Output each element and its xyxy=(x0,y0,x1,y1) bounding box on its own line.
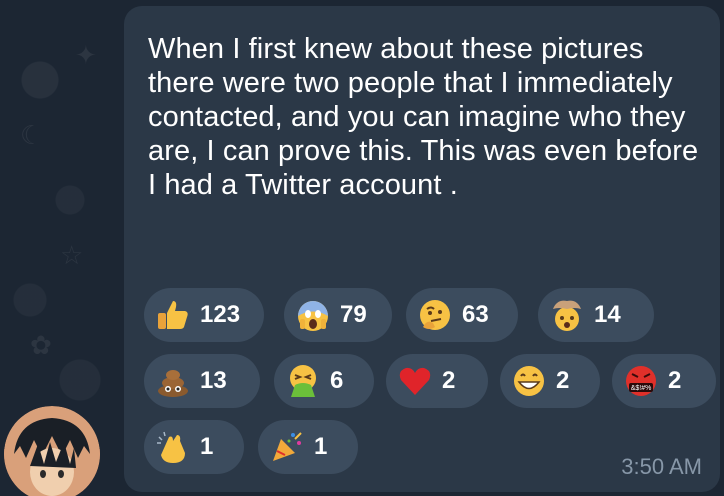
reaction-thumbs-up[interactable]: 123 xyxy=(144,288,264,342)
face-with-symbols-icon: &$!#% xyxy=(622,362,660,400)
symbols-text: &$!#% xyxy=(631,385,652,392)
reaction-exploding-head[interactable]: 14 xyxy=(538,288,654,342)
reaction-count: 13 xyxy=(200,367,227,394)
doodle-icon: ☾ xyxy=(20,120,44,150)
reaction-face-with-symbols[interactable]: &$!#% 2 xyxy=(612,354,716,408)
message-timestamp: 3:50 AM xyxy=(621,454,702,479)
reaction-party-popper[interactable]: 1 xyxy=(258,420,358,474)
reaction-screaming-face[interactable]: 79 xyxy=(284,288,392,342)
screaming-face-icon xyxy=(294,296,332,334)
message-bubble[interactable]: When I first knew about these pictures t… xyxy=(124,6,720,492)
reaction-count: 1 xyxy=(314,433,328,460)
doodle-icon: ✦ xyxy=(75,40,97,70)
reaction-count: 63 xyxy=(462,301,489,328)
reaction-count: 1 xyxy=(200,433,214,460)
reaction-count: 14 xyxy=(594,301,621,328)
reaction-count: 2 xyxy=(442,367,456,394)
doodle-icon: ☆ xyxy=(60,240,84,270)
reaction-count: 123 xyxy=(200,301,241,328)
reaction-grinning-face[interactable]: 2 xyxy=(500,354,600,408)
reaction-clapping-hands[interactable]: 1 xyxy=(144,420,244,474)
thumbs-up-icon xyxy=(154,296,192,334)
vomiting-face-icon xyxy=(284,362,322,400)
reaction-pile-of-poo[interactable]: 13 xyxy=(144,354,260,408)
thinking-face-icon xyxy=(416,296,454,334)
clapping-hands-icon xyxy=(154,428,192,466)
reaction-vomiting-face[interactable]: 6 xyxy=(274,354,374,408)
sender-avatar[interactable] xyxy=(4,406,100,496)
reaction-count: 2 xyxy=(556,367,570,394)
party-popper-icon xyxy=(268,428,306,466)
reaction-count: 2 xyxy=(668,367,682,394)
pile-of-poo-icon xyxy=(154,362,192,400)
reaction-count: 6 xyxy=(330,367,344,394)
reaction-thinking-face[interactable]: 63 xyxy=(406,288,518,342)
doodle-icon: ✿ xyxy=(30,330,52,360)
reaction-count: 79 xyxy=(340,301,367,328)
message-text: When I first knew about these pictures t… xyxy=(148,33,699,201)
red-heart-icon xyxy=(396,362,434,400)
exploding-head-icon xyxy=(548,296,586,334)
reaction-red-heart[interactable]: 2 xyxy=(386,354,488,408)
grinning-face-icon xyxy=(510,362,548,400)
